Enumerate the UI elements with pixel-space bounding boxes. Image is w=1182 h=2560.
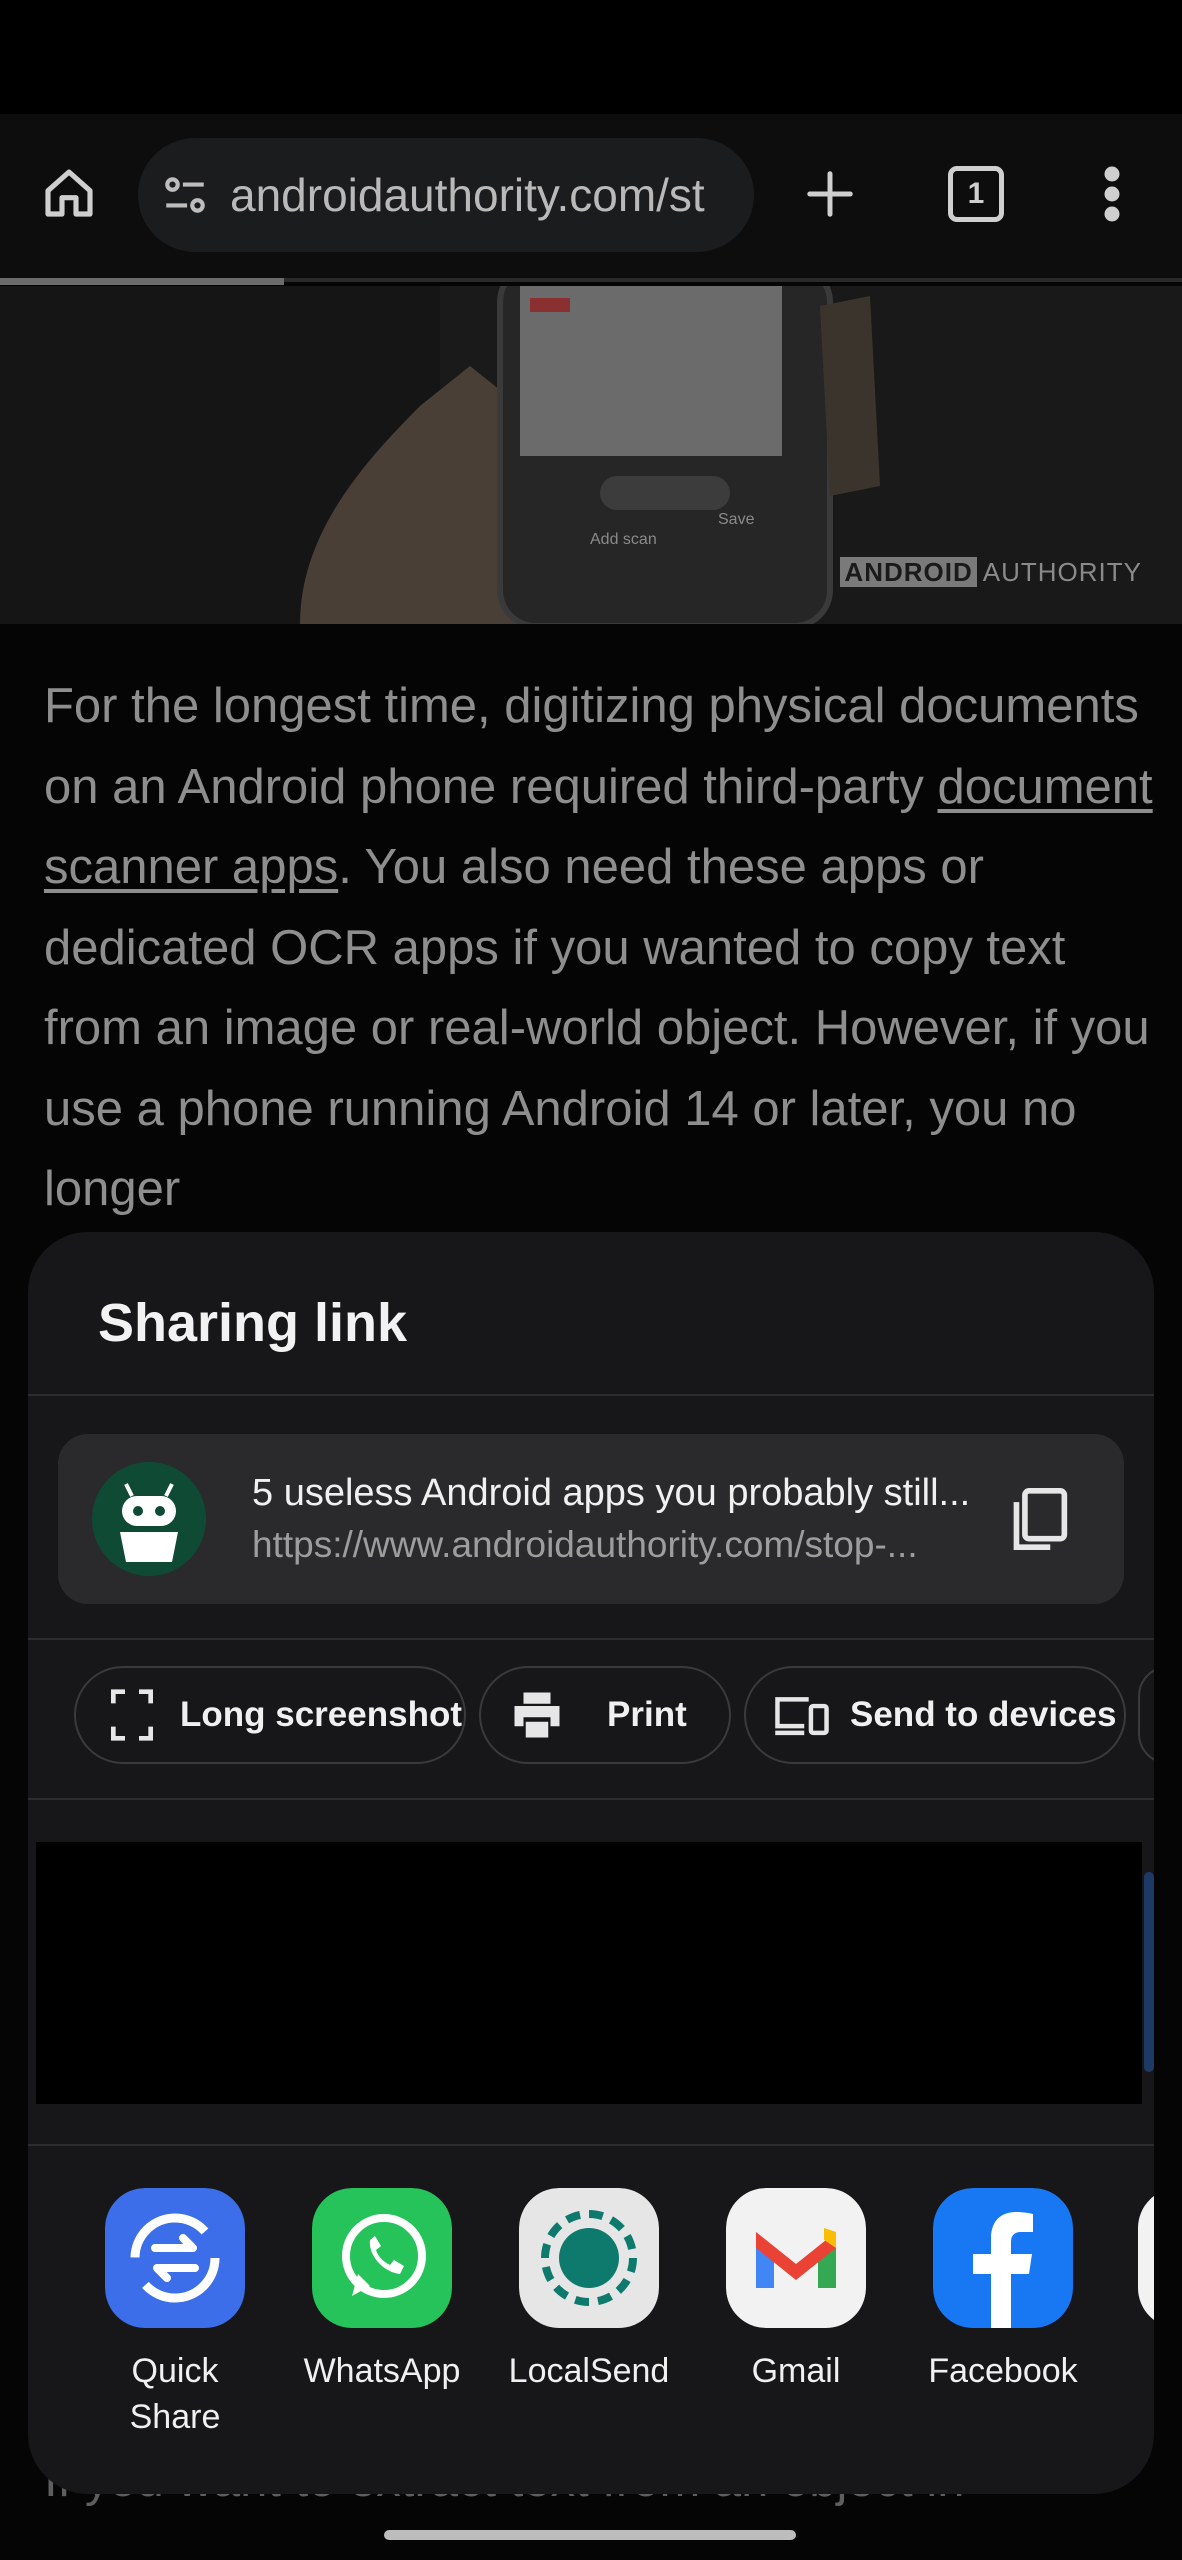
print-label: Print <box>607 1695 687 1734</box>
gesture-nav-handle[interactable] <box>384 2530 796 2540</box>
copy-icon <box>1013 1488 1068 1550</box>
quick-share-icon <box>105 2188 245 2328</box>
share-sheet: Sharing link 5 useless Android apps you … <box>28 1232 1154 2494</box>
url-text: androidauthority.com/st <box>230 169 705 221</box>
gmail-icon <box>726 2188 866 2328</box>
new-tab-button[interactable] <box>790 154 870 234</box>
tab-count-icon: 1 <box>948 166 1004 222</box>
copy-link-button[interactable] <box>1002 1482 1076 1556</box>
direct-share-area <box>36 1842 1142 2104</box>
shared-link-title: 5 useless Android apps you probably stil… <box>252 1472 971 1514</box>
quick-share-label: Quick Share <box>129 2352 221 2436</box>
share-sheet-title: Sharing link <box>98 1293 408 1353</box>
send-to-devices-label: Send to devices <box>850 1695 1117 1734</box>
app-whatsapp[interactable]: WhatsApp <box>282 2188 482 2394</box>
facebook-icon <box>933 2188 1073 2328</box>
divider <box>28 1638 1154 1640</box>
app-gmail[interactable]: Gmail <box>696 2188 896 2394</box>
article-hero-image: Add scan Save ANDROID AUTHORITY <box>0 286 1182 624</box>
divider <box>28 1394 1154 1396</box>
app-localsend[interactable]: LocalSend <box>489 2188 689 2394</box>
hero-watermark: ANDROID AUTHORITY <box>840 557 1142 588</box>
send-to-devices-chip[interactable]: Send to devices <box>744 1666 1126 1764</box>
long-screenshot-label: Long screenshot <box>180 1695 462 1734</box>
printer-icon <box>507 1685 567 1745</box>
whatsapp-icon <box>312 2188 452 2328</box>
article-paragraph: For the longest time, digitizing physica… <box>44 666 1154 1230</box>
status-bar <box>0 0 1182 114</box>
app-more-icon <box>1138 2188 1154 2328</box>
divider <box>28 2144 1154 2146</box>
app-facebook[interactable]: Facebook <box>903 2188 1103 2394</box>
home-icon <box>45 169 93 217</box>
app-more-peek[interactable] <box>1138 2188 1154 2328</box>
browser-toolbar: androidauthority.com/st 1 <box>0 114 1182 280</box>
whatsapp-label: WhatsApp <box>303 2352 461 2390</box>
watermark-word: AUTHORITY <box>982 557 1142 587</box>
site-settings-icon[interactable] <box>160 170 210 220</box>
facebook-label: Facebook <box>928 2352 1078 2390</box>
watermark-brand: ANDROID <box>840 557 977 587</box>
direct-share-peek <box>1144 1872 1154 2072</box>
svg-text:Add scan: Add scan <box>590 531 657 548</box>
more-actions-chip[interactable] <box>1138 1666 1154 1764</box>
page-load-progress <box>0 278 284 285</box>
article-text-end: . You also need these apps or dedicated … <box>44 840 1150 1216</box>
more-options-button[interactable] <box>1080 154 1144 234</box>
address-bar[interactable]: androidauthority.com/st <box>138 138 754 252</box>
localsend-icon <box>519 2188 659 2328</box>
site-avatar-icon <box>92 1462 206 1576</box>
long-screenshot-icon <box>102 1685 162 1745</box>
print-chip[interactable]: Print <box>479 1666 731 1764</box>
shared-link-url: https://www.androidauthority.com/stop-..… <box>252 1524 918 1565</box>
app-quick-share[interactable]: Quick Share <box>75 2188 275 2440</box>
devices-icon <box>772 1685 832 1745</box>
svg-text:Save: Save <box>718 511 755 528</box>
localsend-label: LocalSend <box>508 2352 670 2390</box>
divider <box>28 1798 1154 1800</box>
long-screenshot-chip[interactable]: Long screenshot <box>74 1666 466 1764</box>
shared-link-card: 5 useless Android apps you probably stil… <box>58 1434 1124 1604</box>
tab-count: 1 <box>967 177 985 210</box>
home-button[interactable] <box>30 154 108 232</box>
plus-icon <box>807 171 853 217</box>
more-vert-icon <box>1104 166 1120 222</box>
gmail-label: Gmail <box>751 2352 841 2390</box>
tab-switcher-button[interactable]: 1 <box>936 154 1016 234</box>
